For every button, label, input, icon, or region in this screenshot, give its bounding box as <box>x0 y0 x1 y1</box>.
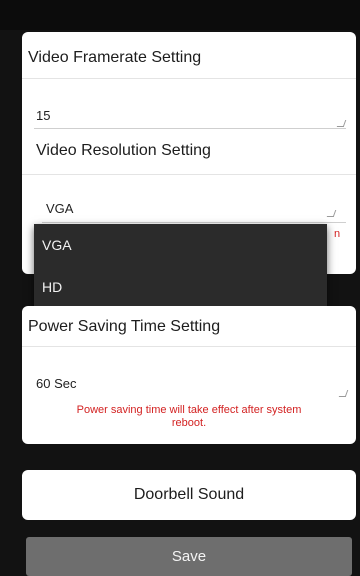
menu-option-hd[interactable]: HD <box>34 266 327 308</box>
power-saving-hint-line2: reboot. <box>171 417 207 429</box>
menu-option-vga[interactable]: VGA <box>34 224 327 266</box>
doorbell-sound-card[interactable]: Doorbell Sound <box>22 470 356 520</box>
resolution-heading: Video Resolution Setting <box>36 142 211 159</box>
power-saving-hint: Power saving time will take effect after… <box>22 404 356 430</box>
power-saving-divider <box>22 346 356 347</box>
resolution-divider <box>22 174 356 175</box>
save-button[interactable]: Save <box>26 537 352 576</box>
top-bar <box>0 0 360 30</box>
settings-screen: Video Framerate Setting 15 Video Resolut… <box>0 0 360 576</box>
power-saving-card: Power Saving Time Setting 60 Sec Power s… <box>22 306 356 444</box>
resolution-dropdown-menu: VGA HD <box>34 224 327 308</box>
power-saving-hint-line1: Power saving time will take effect after… <box>76 404 302 416</box>
resolution-resize-icon <box>326 210 337 217</box>
power-saving-value[interactable]: 60 Sec <box>36 376 76 391</box>
resolution-field-underline <box>42 222 346 223</box>
power-saving-resize-icon <box>338 390 349 397</box>
framerate-divider <box>22 78 356 79</box>
framerate-resize-icon <box>336 120 347 127</box>
framerate-value[interactable]: 15 <box>36 108 50 123</box>
doorbell-sound-label[interactable]: Doorbell Sound <box>22 470 356 520</box>
resolution-value[interactable]: VGA <box>46 201 73 216</box>
framerate-field-underline <box>34 128 346 129</box>
framerate-heading: Video Framerate Setting <box>28 49 202 66</box>
power-saving-heading: Power Saving Time Setting <box>28 318 221 335</box>
resolution-hint-fragment: n <box>334 228 341 240</box>
